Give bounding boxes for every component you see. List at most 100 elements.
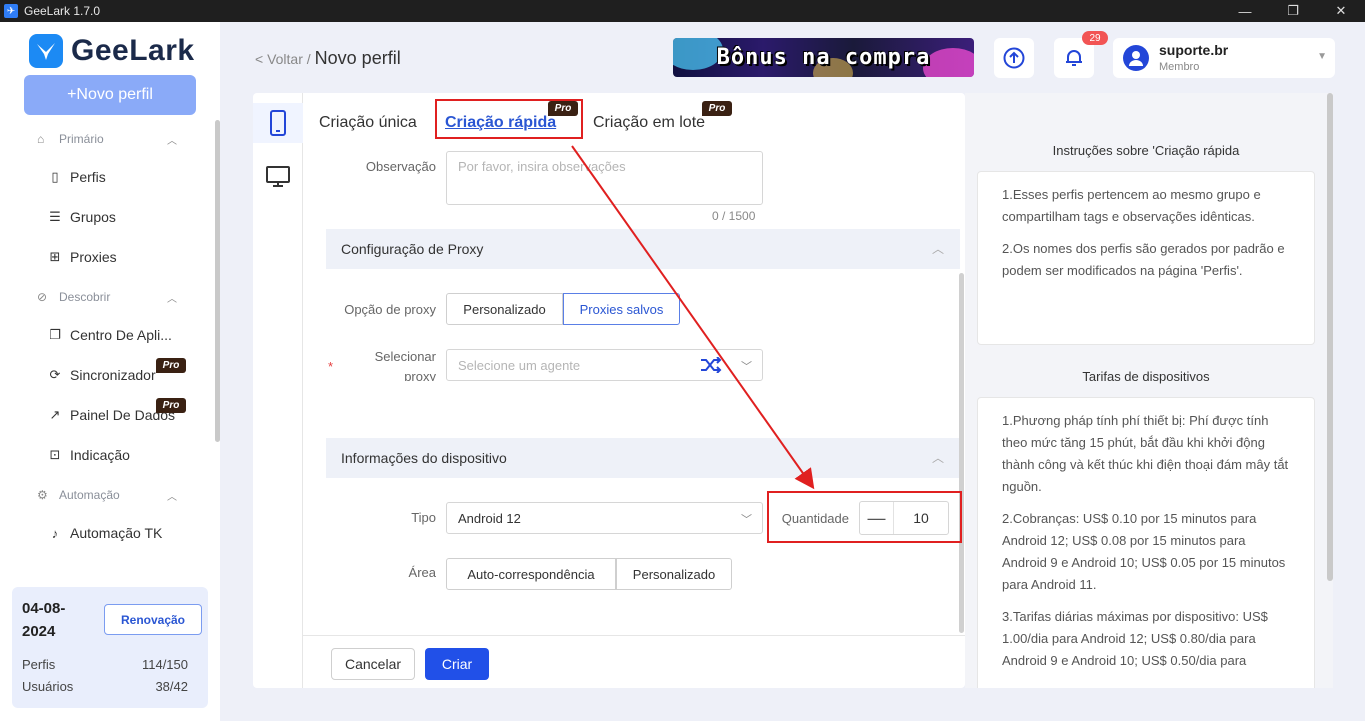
back-link[interactable]: < Voltar / — [255, 51, 311, 67]
rates-box: 1.Phương pháp tính phí thiết bị: Phí đượ… — [977, 397, 1315, 688]
sidebar-item-groups[interactable]: ☰ Grupos — [48, 209, 116, 225]
type-label: Tipo — [411, 510, 436, 525]
user-name: suporte.br — [1159, 42, 1229, 58]
section-discover[interactable]: ⊘ Descobrir ︿ — [37, 290, 177, 305]
proxy-option-saved[interactable]: Proxies salvos — [563, 293, 680, 325]
proxy-select-placeholder: Selecione um agente — [458, 357, 581, 373]
form-scrollbar[interactable] — [959, 273, 964, 633]
sidebar-item-label: Sincronizador — [70, 367, 156, 383]
user-role: Membro — [1159, 61, 1200, 73]
upload-button[interactable] — [994, 38, 1034, 78]
sidebar-item-proxies[interactable]: ⊞ Proxies — [48, 249, 117, 265]
new-profile-form: Criação única Criação rápida Pro Criação… — [253, 93, 965, 688]
geelark-logo-icon — [29, 34, 63, 68]
plan-expiry-date: 04-08-2024 — [22, 600, 66, 640]
select-proxy-label: Selecionar proxy — [374, 349, 436, 381]
section-label: Primário — [59, 132, 104, 146]
instructions-box: 1.Esses perfis pertencem ao mesmo grupo … — [977, 171, 1315, 345]
type-select[interactable]: Android 12 ﹀ — [446, 502, 763, 534]
sync-icon: ⟳ — [49, 367, 61, 382]
monitor-icon — [266, 166, 290, 187]
sidebar-item-referral[interactable]: ⊡ Indicação — [48, 447, 130, 463]
minimize-button[interactable]: — — [1221, 0, 1269, 22]
proxy-option-label: Opção de proxy — [344, 302, 436, 317]
sidebar: GeeLark +Novo perfil ⌂ Primário ︿ ▯ Perf… — [0, 22, 220, 721]
new-profile-button[interactable]: +Novo perfil — [24, 75, 196, 115]
maximize-button[interactable]: ❐ — [1269, 0, 1317, 22]
observation-input[interactable]: Por favor, insira observações — [446, 151, 763, 205]
rate-item: 3.Tarifas diárias máximas por dispositiv… — [1002, 609, 1268, 668]
network-icon: ⊞ — [49, 249, 61, 264]
chart-icon: ↗ — [49, 407, 61, 422]
sidebar-item-label: Automação TK — [70, 525, 163, 541]
gift-icon: ⊡ — [49, 447, 61, 462]
apps-icon: ❐ — [49, 327, 61, 342]
pro-badge: Pro — [702, 101, 732, 116]
list-icon: ☰ — [49, 209, 61, 224]
device-mobile-tab[interactable] — [253, 103, 303, 143]
pro-badge: Pro — [156, 398, 186, 413]
compass-icon: ⊘ — [37, 290, 48, 304]
instruction-item: 1.Esses perfis pertencem ao mesmo grupo … — [1002, 187, 1261, 224]
plan-profiles-label: Perfis — [22, 657, 56, 672]
cancel-button[interactable]: Cancelar — [331, 648, 415, 680]
sidebar-item-automation-tk[interactable]: ♪ Automação TK — [48, 525, 163, 541]
shuffle-icon[interactable] — [700, 357, 722, 373]
pro-badge: Pro — [156, 358, 186, 373]
notification-count-badge: 29 — [1082, 31, 1108, 45]
tab-batch-creation[interactable]: Criação em lote — [593, 114, 705, 132]
proxy-select[interactable]: Selecione um agente ﹀ — [446, 349, 763, 381]
section-primary[interactable]: ⌂ Primário ︿ — [37, 132, 177, 147]
annotation-highlight-tab — [435, 99, 583, 139]
sidebar-item-synchronizer[interactable]: ⟳ Sincronizador — [48, 367, 156, 383]
promo-banner[interactable]: Bônus na compra — [673, 38, 974, 77]
profile-icon: ▯ — [51, 169, 59, 184]
instruction-item: 2.Os nomes dos perfis são gerados por pa… — [1002, 241, 1285, 278]
proxy-section-header[interactable]: Configuração de Proxy ︿ — [326, 229, 960, 269]
sidebar-item-app-center[interactable]: ❐ Centro De Apli... — [48, 327, 172, 343]
user-menu[interactable]: suporte.br Membro ▼ — [1113, 38, 1335, 78]
window-title: GeeLark 1.7.0 — [24, 4, 101, 18]
type-select-value: Android 12 — [458, 510, 521, 526]
close-window-button[interactable]: ✕ — [1317, 0, 1365, 22]
observation-counter: 0 / 1500 — [712, 209, 756, 223]
rate-item: 2.Cobranças: US$ 0.10 por 15 minutos par… — [1002, 511, 1286, 592]
sidebar-item-label: Centro De Apli... — [70, 327, 172, 343]
brand-name: GeeLark — [71, 34, 195, 67]
area-option-toggle: Auto-correspondência Personalizado — [446, 558, 732, 590]
proxy-option-custom[interactable]: Personalizado — [446, 293, 563, 325]
chevron-down-icon: ﹀ — [741, 361, 752, 373]
renew-button[interactable]: Renovação — [104, 604, 202, 635]
sidebar-scrollbar[interactable] — [215, 120, 220, 442]
device-section-header[interactable]: Informações do dispositivo ︿ — [326, 438, 960, 478]
required-marker: * — [328, 359, 334, 374]
plan-card: 04-08-2024 Renovação Perfis 114/150 Usuá… — [12, 587, 208, 708]
sidebar-item-label: Grupos — [70, 209, 116, 225]
plan-profiles-row: Perfis 114/150 — [22, 657, 188, 672]
sidebar-item-label: Proxies — [70, 249, 117, 265]
chevron-up-icon: ︿ — [167, 293, 177, 305]
device-type-column — [253, 93, 303, 688]
area-option-custom[interactable]: Personalizado — [616, 558, 732, 590]
sidebar-item-profiles[interactable]: ▯ Perfis — [48, 169, 106, 185]
phone-icon — [270, 110, 286, 136]
section-title: Informações do dispositivo — [341, 450, 507, 466]
brand-logo[interactable]: GeeLark — [29, 34, 195, 68]
tab-single-creation[interactable]: Criação única — [319, 114, 417, 132]
create-button[interactable]: Criar — [425, 648, 489, 680]
instructions-scrollbar[interactable] — [1327, 93, 1333, 581]
device-desktop-tab[interactable] — [266, 166, 290, 193]
section-label: Descobrir — [59, 290, 111, 304]
section-automation[interactable]: ⚙ Automação ︿ — [37, 488, 177, 503]
window-titlebar: ✈ GeeLark 1.7.0 — ❐ ✕ — [0, 0, 1365, 22]
section-title: Configuração de Proxy — [341, 241, 484, 257]
home-icon: ⌂ — [37, 132, 45, 146]
observation-label: Observação — [365, 159, 436, 174]
area-option-auto[interactable]: Auto-correspondência — [446, 558, 616, 590]
area-label: Área — [408, 565, 436, 580]
chevron-up-icon: ︿ — [167, 135, 177, 147]
sidebar-item-label: Perfis — [70, 169, 106, 185]
plan-profiles-value: 114/150 — [141, 657, 188, 672]
instructions-panel: Instruções sobre 'Criação rápida 1.Esses… — [965, 93, 1333, 688]
chevron-up-icon: ︿ — [931, 451, 944, 465]
